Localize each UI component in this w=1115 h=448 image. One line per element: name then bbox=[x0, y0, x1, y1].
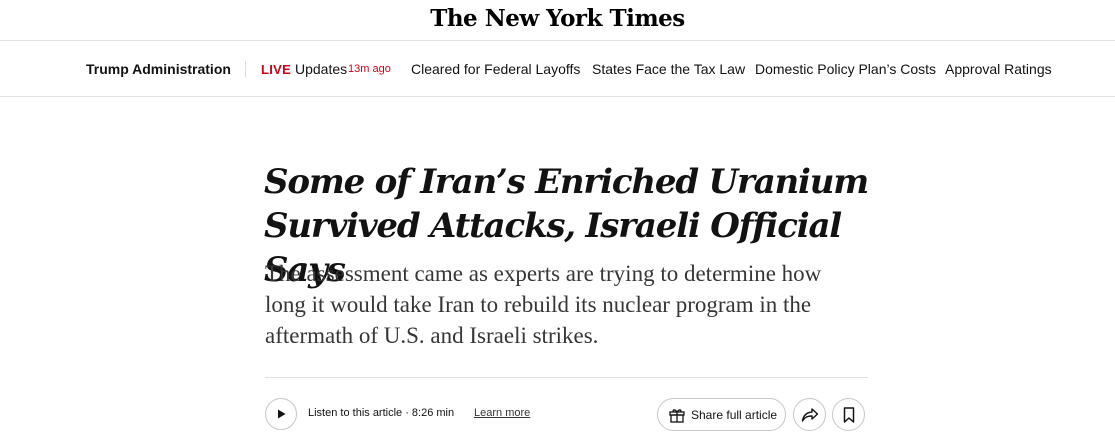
live-updates-link[interactable]: Updates bbox=[295, 61, 347, 77]
subnav-link-approval-ratings[interactable]: Approval Ratings bbox=[945, 61, 1052, 77]
subnav-divider bbox=[245, 61, 246, 77]
section-title[interactable]: Trump Administration bbox=[86, 61, 231, 77]
article-summary: The assessment came as experts are tryin… bbox=[265, 261, 822, 348]
updated-timestamp: 13m ago bbox=[348, 63, 391, 75]
bookmark-icon bbox=[843, 406, 854, 423]
masthead: The New York Times bbox=[0, 0, 1115, 41]
live-badge[interactable]: LIVE bbox=[261, 62, 291, 77]
toolbar-divider bbox=[265, 377, 868, 378]
share-full-article-label: Share full article bbox=[691, 407, 778, 422]
subnav-link-federal-layoffs[interactable]: Cleared for Federal Layoffs bbox=[411, 61, 580, 77]
subnav-link-tax-law[interactable]: States Face the Tax Law bbox=[592, 61, 745, 77]
share-arrow-icon bbox=[801, 407, 818, 422]
play-icon bbox=[278, 409, 286, 419]
save-bookmark-button[interactable] bbox=[832, 398, 865, 431]
subnav-link-policy-costs[interactable]: Domestic Policy Plan’s Costs bbox=[755, 61, 936, 77]
play-audio-button[interactable] bbox=[265, 398, 297, 430]
share-full-article-button[interactable]: Share full article bbox=[657, 398, 786, 431]
section-subnav: Trump Administration LIVE Updates 13m ag… bbox=[0, 41, 1115, 97]
gift-icon bbox=[669, 408, 685, 423]
learn-more-link[interactable]: Learn more bbox=[474, 407, 530, 419]
share-button[interactable] bbox=[793, 398, 826, 431]
listen-label: Listen to this article · 8:26 min bbox=[308, 407, 455, 419]
nyt-logo[interactable]: The New York Times bbox=[0, 5, 1115, 32]
